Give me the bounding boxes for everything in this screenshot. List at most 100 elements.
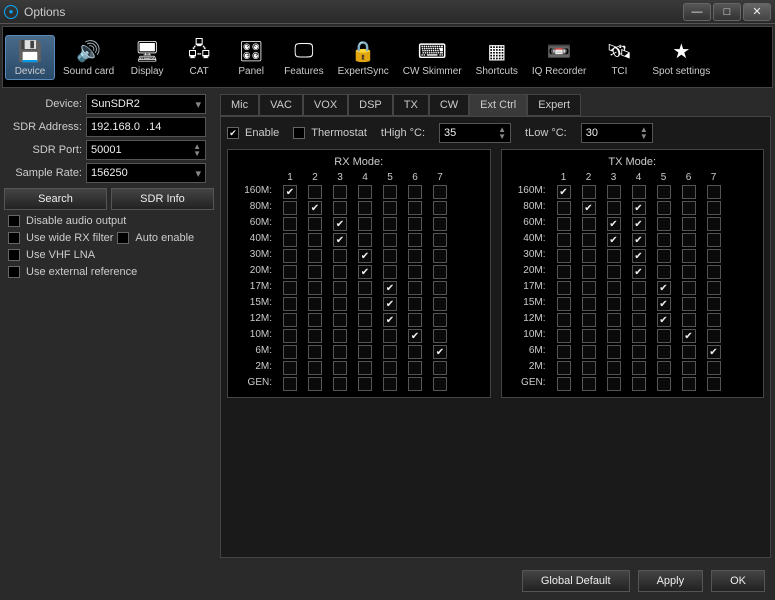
rx-cell-GEN-6[interactable] bbox=[408, 377, 422, 391]
toolbar-item-display[interactable]: 🖥Display bbox=[122, 36, 172, 79]
rx-cell-12M-4[interactable] bbox=[358, 313, 372, 327]
vhf-lna-checkbox[interactable]: Use VHF LNA bbox=[4, 249, 214, 261]
tx-cell-60M-5[interactable] bbox=[657, 217, 671, 231]
rx-cell-30M-2[interactable] bbox=[308, 249, 322, 263]
tx-cell-10M-1[interactable] bbox=[557, 329, 571, 343]
tx-cell-GEN-4[interactable] bbox=[632, 377, 646, 391]
rx-cell-6M-2[interactable] bbox=[308, 345, 322, 359]
sample-rate-combo[interactable]: 156250 ▾ bbox=[86, 163, 206, 183]
rx-cell-60M-7[interactable] bbox=[433, 217, 447, 231]
tx-cell-30M-2[interactable] bbox=[582, 249, 596, 263]
tx-cell-2M-5[interactable] bbox=[657, 361, 671, 375]
rx-cell-12M-2[interactable] bbox=[308, 313, 322, 327]
spin-down-icon[interactable]: ▼ bbox=[193, 150, 201, 157]
tx-cell-GEN-5[interactable] bbox=[657, 377, 671, 391]
rx-cell-17M-3[interactable] bbox=[333, 281, 347, 295]
rx-cell-160M-2[interactable] bbox=[308, 185, 322, 199]
tx-cell-160M-1[interactable] bbox=[557, 185, 571, 199]
tx-cell-20M-5[interactable] bbox=[657, 265, 671, 279]
rx-cell-30M-5[interactable] bbox=[383, 249, 397, 263]
rx-cell-80M-6[interactable] bbox=[408, 201, 422, 215]
tx-cell-20M-2[interactable] bbox=[582, 265, 596, 279]
rx-cell-17M-7[interactable] bbox=[433, 281, 447, 295]
tx-cell-17M-6[interactable] bbox=[682, 281, 696, 295]
tx-cell-10M-6[interactable] bbox=[682, 329, 696, 343]
tx-cell-6M-2[interactable] bbox=[582, 345, 596, 359]
toolbar-item-cw-skimmer[interactable]: ⌨CW Skimmer bbox=[397, 36, 468, 79]
tx-cell-80M-1[interactable] bbox=[557, 201, 571, 215]
enable-checkbox[interactable]: ✔ Enable bbox=[227, 127, 279, 139]
rx-cell-160M-5[interactable] bbox=[383, 185, 397, 199]
tx-cell-17M-5[interactable] bbox=[657, 281, 671, 295]
rx-cell-80M-4[interactable] bbox=[358, 201, 372, 215]
rx-cell-40M-1[interactable] bbox=[283, 233, 297, 247]
rx-cell-17M-2[interactable] bbox=[308, 281, 322, 295]
tab-dsp[interactable]: DSP bbox=[348, 94, 393, 116]
rx-cell-80M-5[interactable] bbox=[383, 201, 397, 215]
tx-cell-80M-4[interactable] bbox=[632, 201, 646, 215]
tx-cell-40M-2[interactable] bbox=[582, 233, 596, 247]
tx-cell-160M-5[interactable] bbox=[657, 185, 671, 199]
tx-cell-15M-1[interactable] bbox=[557, 297, 571, 311]
close-button[interactable]: ✕ bbox=[743, 3, 771, 21]
rx-cell-GEN-1[interactable] bbox=[283, 377, 297, 391]
rx-cell-60M-5[interactable] bbox=[383, 217, 397, 231]
rx-cell-12M-7[interactable] bbox=[433, 313, 447, 327]
rx-cell-6M-5[interactable] bbox=[383, 345, 397, 359]
rx-cell-6M-7[interactable] bbox=[433, 345, 447, 359]
rx-cell-40M-6[interactable] bbox=[408, 233, 422, 247]
rx-cell-60M-3[interactable] bbox=[333, 217, 347, 231]
rx-cell-40M-7[interactable] bbox=[433, 233, 447, 247]
tx-cell-30M-3[interactable] bbox=[607, 249, 621, 263]
tx-cell-15M-3[interactable] bbox=[607, 297, 621, 311]
rx-cell-10M-2[interactable] bbox=[308, 329, 322, 343]
rx-cell-30M-6[interactable] bbox=[408, 249, 422, 263]
spin-down-icon[interactable]: ▼ bbox=[640, 133, 648, 140]
tx-cell-GEN-2[interactable] bbox=[582, 377, 596, 391]
toolbar-item-panel[interactable]: 🎛Panel bbox=[226, 36, 276, 79]
rx-cell-6M-6[interactable] bbox=[408, 345, 422, 359]
tx-cell-60M-6[interactable] bbox=[682, 217, 696, 231]
tx-cell-12M-2[interactable] bbox=[582, 313, 596, 327]
rx-cell-17M-4[interactable] bbox=[358, 281, 372, 295]
rx-cell-2M-6[interactable] bbox=[408, 361, 422, 375]
tx-cell-60M-1[interactable] bbox=[557, 217, 571, 231]
tx-cell-15M-6[interactable] bbox=[682, 297, 696, 311]
apply-button[interactable]: Apply bbox=[638, 570, 704, 592]
tx-cell-10M-7[interactable] bbox=[707, 329, 721, 343]
rx-cell-20M-2[interactable] bbox=[308, 265, 322, 279]
rx-cell-15M-3[interactable] bbox=[333, 297, 347, 311]
sdr-info-button[interactable]: SDR Info bbox=[111, 188, 214, 210]
tab-mic[interactable]: Mic bbox=[220, 94, 259, 116]
rx-cell-6M-3[interactable] bbox=[333, 345, 347, 359]
toolbar-item-features[interactable]: 🖵Features bbox=[278, 36, 329, 79]
disable-audio-checkbox[interactable]: Disable audio output bbox=[4, 215, 214, 227]
rx-cell-15M-7[interactable] bbox=[433, 297, 447, 311]
global-default-button[interactable]: Global Default bbox=[522, 570, 630, 592]
tx-cell-30M-7[interactable] bbox=[707, 249, 721, 263]
rx-cell-GEN-5[interactable] bbox=[383, 377, 397, 391]
spin-down-icon[interactable]: ▼ bbox=[498, 133, 506, 140]
ext-ref-checkbox[interactable]: Use external reference bbox=[4, 266, 214, 278]
rx-cell-80M-7[interactable] bbox=[433, 201, 447, 215]
tx-cell-60M-7[interactable] bbox=[707, 217, 721, 231]
tx-cell-10M-4[interactable] bbox=[632, 329, 646, 343]
rx-cell-60M-6[interactable] bbox=[408, 217, 422, 231]
tab-vox[interactable]: VOX bbox=[303, 94, 348, 116]
tx-cell-2M-4[interactable] bbox=[632, 361, 646, 375]
tx-cell-GEN-7[interactable] bbox=[707, 377, 721, 391]
tx-cell-80M-3[interactable] bbox=[607, 201, 621, 215]
rx-cell-2M-2[interactable] bbox=[308, 361, 322, 375]
tx-cell-20M-4[interactable] bbox=[632, 265, 646, 279]
rx-cell-15M-6[interactable] bbox=[408, 297, 422, 311]
rx-cell-GEN-4[interactable] bbox=[358, 377, 372, 391]
rx-cell-2M-5[interactable] bbox=[383, 361, 397, 375]
rx-cell-GEN-7[interactable] bbox=[433, 377, 447, 391]
rx-cell-15M-1[interactable] bbox=[283, 297, 297, 311]
sdr-port-input[interactable]: 50001 ▲▼ bbox=[86, 140, 206, 160]
toolbar-item-tci[interactable]: 🛰TCI bbox=[594, 36, 644, 79]
toolbar-item-sound-card[interactable]: 🔊Sound card bbox=[57, 36, 120, 79]
tx-cell-15M-7[interactable] bbox=[707, 297, 721, 311]
ok-button[interactable]: OK bbox=[711, 570, 765, 592]
rx-cell-30M-3[interactable] bbox=[333, 249, 347, 263]
